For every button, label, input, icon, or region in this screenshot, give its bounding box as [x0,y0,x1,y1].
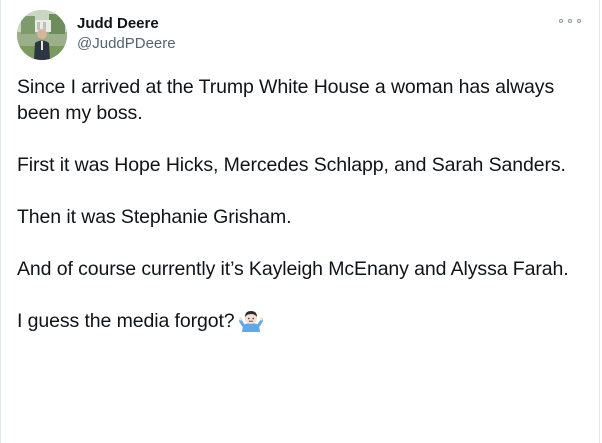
man-shrugging-emoji-icon [238,308,264,332]
author-names: Judd Deere @JuddPDeere [77,14,176,53]
tweet-last-paragraph: I guess the media forgot? [17,308,577,334]
tweet-paragraph: And of course currently it’s Kayleigh Mc… [17,258,569,280]
author-handle[interactable]: @JuddPDeere [77,34,176,53]
more-dot [568,19,572,23]
tweet-paragraph: Then it was Stephanie Grisham. [17,206,292,228]
tweet-header: Judd Deere @JuddPDeere [17,10,583,60]
author-display-name[interactable]: Judd Deere [77,14,176,33]
more-dot [559,19,563,23]
tweet-paragraph: First it was Hope Hicks, Mercedes Schlap… [17,154,566,176]
more-options-icon[interactable] [559,14,581,28]
avatar[interactable] [17,10,67,60]
more-dot [577,19,581,23]
profile-photo-icon [17,10,67,60]
tweet-paragraph: Since I arrived at the Trump White House… [17,76,555,124]
tweet-card: Judd Deere @JuddPDeere Since I arrived a… [0,0,600,443]
tweet-text: Since I arrived at the Trump White House… [17,74,577,334]
tweet-paragraph-text: I guess the media forgot? [17,310,235,332]
